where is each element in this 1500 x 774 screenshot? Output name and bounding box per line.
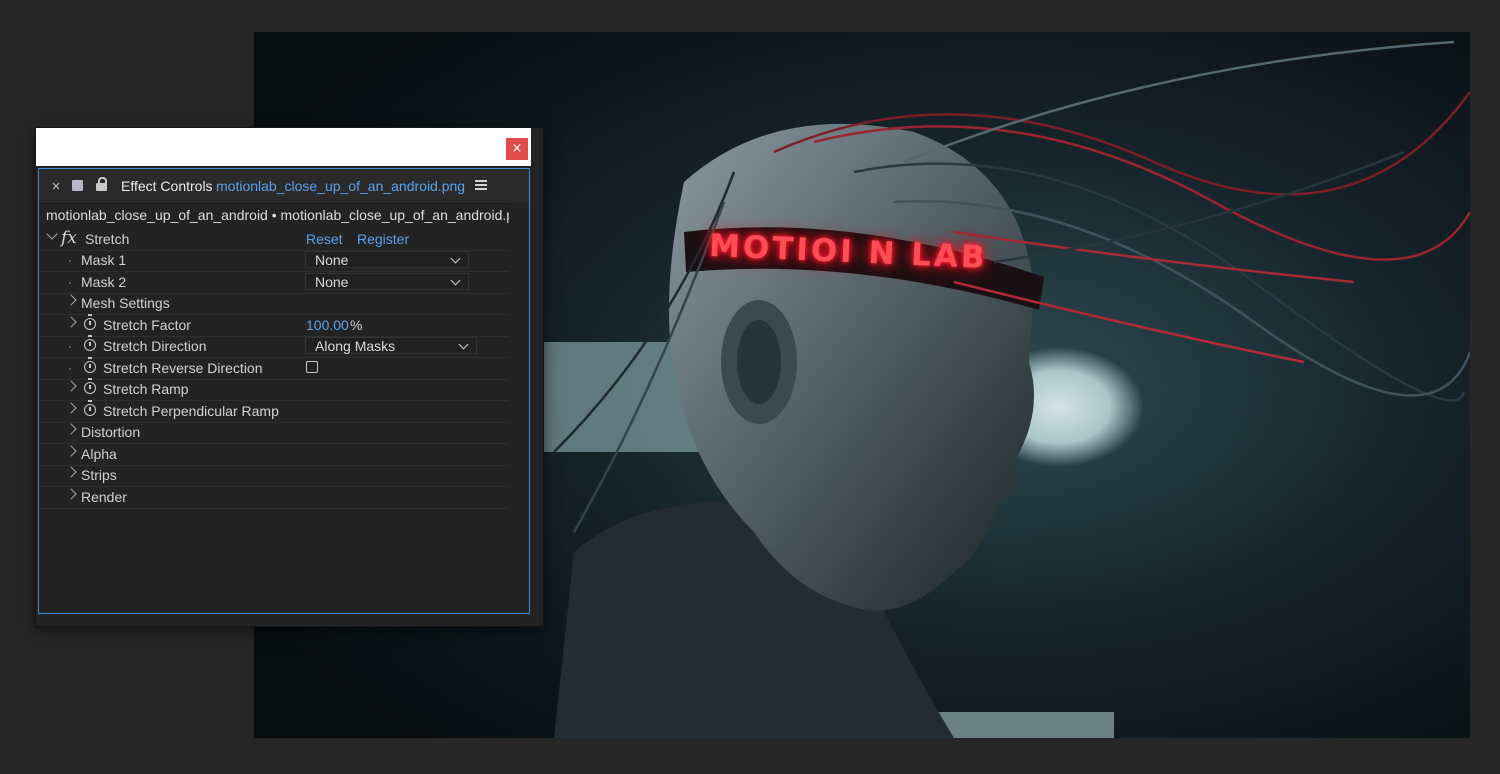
dropdown-value: None	[315, 274, 349, 290]
stopwatch-icon[interactable]	[84, 357, 96, 373]
bullet-icon	[69, 260, 71, 262]
panel-color-swatch-icon[interactable]	[72, 180, 83, 191]
panel-layer-name[interactable]: motionlab_close_up_of_an_android.png	[216, 178, 465, 194]
chevron-down-icon	[458, 339, 469, 350]
chevron-down-icon	[450, 253, 461, 264]
property-group-render[interactable]: Render	[39, 487, 509, 509]
chevron-right-icon[interactable]	[65, 316, 77, 328]
fx-icon[interactable]: fx	[61, 228, 77, 248]
property-label: Strips	[81, 467, 117, 483]
property-label: Stretch Perpendicular Ramp	[103, 403, 279, 419]
property-label: Stretch Factor	[103, 317, 191, 333]
property-group-strips[interactable]: Strips	[39, 465, 509, 487]
stretch-reverse-direction-checkbox[interactable]	[306, 361, 318, 373]
property-row-mask-2: Mask 2 None	[39, 272, 509, 294]
property-row-stretch-direction: Stretch Direction Along Masks	[39, 335, 509, 358]
tab-close-icon[interactable]: ×	[51, 179, 61, 193]
lock-icon[interactable]	[96, 177, 107, 191]
window-close-button[interactable]: ×	[506, 138, 528, 160]
property-label: Stretch Reverse Direction	[103, 360, 263, 376]
unit-label: %	[350, 317, 363, 333]
property-label: Stretch Direction	[103, 338, 207, 354]
effect-header-stretch[interactable]: fx Stretch Reset Register	[39, 228, 509, 251]
dropdown-value: None	[315, 252, 349, 268]
panel-scrollbar[interactable]	[509, 203, 529, 613]
property-label: Alpha	[81, 446, 117, 462]
breadcrumb: motionlab_close_up_of_an_android • motio…	[46, 207, 530, 223]
property-group-mesh-settings[interactable]: Mesh Settings	[39, 293, 509, 315]
mask-2-dropdown[interactable]: None	[305, 273, 469, 290]
panel-title[interactable]: Effect Controls	[121, 178, 213, 194]
reset-link[interactable]: Reset	[306, 231, 343, 247]
property-group-distortion[interactable]: Distortion	[39, 422, 509, 444]
bullet-icon	[69, 282, 71, 284]
chevron-right-icon[interactable]	[65, 380, 77, 392]
chevron-down-icon	[450, 275, 461, 286]
chevron-right-icon[interactable]	[65, 402, 77, 414]
property-row-stretch-factor: Stretch Factor 100.00 %	[39, 314, 509, 337]
panel-menu-icon[interactable]	[475, 180, 487, 191]
mask-1-dropdown[interactable]: None	[305, 251, 469, 268]
property-label: Mask 1	[81, 252, 127, 268]
window-titlebar[interactable]: ×	[36, 128, 531, 166]
property-label: Stretch Ramp	[103, 381, 189, 397]
panel-tab-bar: × Effect Controls motionlab_close_up_of_…	[39, 169, 529, 204]
property-label: Mask 2	[81, 274, 127, 290]
property-group-stretch-perpendicular-ramp[interactable]: Stretch Perpendicular Ramp	[39, 400, 509, 423]
stretch-direction-dropdown[interactable]: Along Masks	[305, 337, 477, 354]
effect-controls-panel: × Effect Controls motionlab_close_up_of_…	[38, 168, 530, 614]
bullet-icon	[69, 346, 71, 348]
property-label: Render	[81, 489, 127, 505]
stopwatch-icon[interactable]	[84, 314, 96, 330]
property-label: Mesh Settings	[81, 295, 170, 311]
property-row-mask-1: Mask 1 None	[39, 250, 509, 272]
property-row-stretch-reverse-direction: Stretch Reverse Direction	[39, 357, 509, 380]
property-group-stretch-ramp[interactable]: Stretch Ramp	[39, 378, 509, 401]
bullet-icon	[69, 368, 71, 370]
stretch-factor-value[interactable]: 100.00	[306, 317, 349, 333]
effect-controls-window: × × Effect Controls motionlab_close_up_o…	[36, 128, 543, 626]
property-group-alpha[interactable]: Alpha	[39, 444, 509, 466]
chevron-right-icon[interactable]	[65, 445, 77, 457]
chevron-right-icon[interactable]	[65, 294, 77, 306]
stopwatch-icon[interactable]	[84, 400, 96, 416]
stopwatch-icon[interactable]	[84, 335, 96, 351]
chevron-right-icon[interactable]	[65, 466, 77, 478]
effect-name: Stretch	[85, 231, 130, 247]
chevron-down-icon[interactable]	[46, 228, 58, 240]
chevron-right-icon[interactable]	[65, 423, 77, 435]
chevron-right-icon[interactable]	[65, 488, 77, 500]
dropdown-value: Along Masks	[315, 338, 396, 354]
stopwatch-icon[interactable]	[84, 378, 96, 394]
property-label: Distortion	[81, 424, 141, 440]
register-link[interactable]: Register	[357, 231, 409, 247]
